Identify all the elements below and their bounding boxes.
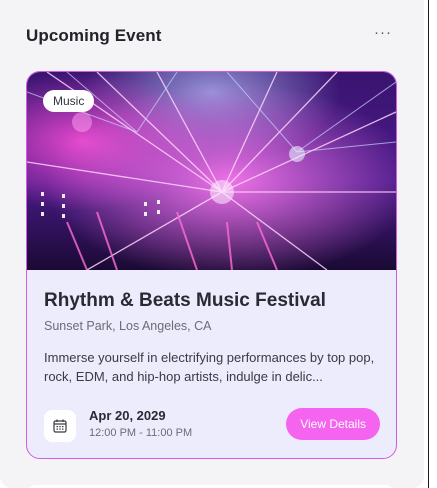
view-details-button[interactable]: View Details [286, 408, 380, 440]
event-title: Rhythm & Beats Music Festival [44, 290, 326, 311]
panel-divider [428, 0, 429, 488]
event-details: Rhythm & Beats Music Festival Sunset Par… [44, 290, 382, 386]
event-image: Music [27, 72, 396, 270]
event-description: Immerse yourself in electrifying perform… [44, 350, 375, 384]
upcoming-event-panel: Upcoming Event ··· Music Rhythm & Beats … [0, 0, 424, 488]
event-location: Sunset Park, Los Angeles, CA [44, 319, 212, 333]
event-footer: Apr 20, 2029 12:00 PM - 11:00 PM View De… [44, 407, 380, 443]
calendar-icon [44, 410, 76, 442]
event-card[interactable]: Music Rhythm & Beats Music Festival Suns… [26, 71, 397, 459]
category-tag: Music [43, 90, 95, 112]
ellipsis-icon[interactable]: ··· [374, 24, 392, 41]
event-date: Apr 20, 2029 [89, 408, 166, 423]
event-time: 12:00 PM - 11:00 PM [89, 427, 193, 439]
panel-header: Upcoming Event ··· [26, 24, 392, 48]
panel-title: Upcoming Event [26, 26, 162, 45]
